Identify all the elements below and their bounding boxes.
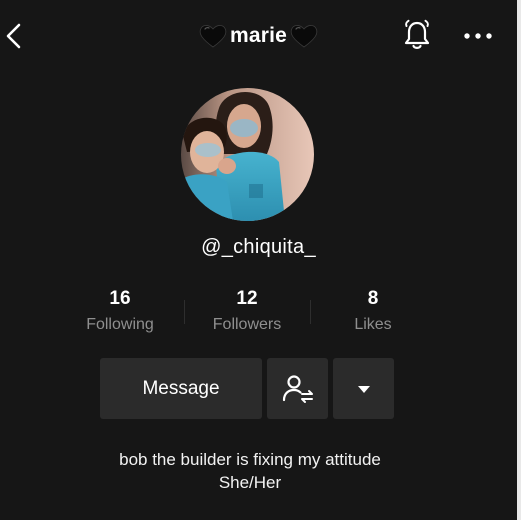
more-horizontal-icon xyxy=(464,33,492,39)
caret-down-icon xyxy=(357,385,370,393)
bio: bob the builder is fixing my attitude Sh… xyxy=(0,448,500,494)
avatar[interactable] xyxy=(181,88,314,221)
add-friend-button[interactable] xyxy=(267,358,328,419)
bell-icon xyxy=(404,19,430,49)
username: @_chiquita_ xyxy=(201,236,316,258)
stat-value: 12 xyxy=(236,288,258,309)
stat-divider xyxy=(310,300,311,324)
message-button[interactable]: Message xyxy=(100,358,262,419)
stat-value: 8 xyxy=(367,288,379,309)
dropdown-button[interactable] xyxy=(333,358,394,419)
notification-bell-button[interactable] xyxy=(400,17,434,53)
add-friend-icon xyxy=(282,374,313,403)
stat-likes[interactable]: 8 Likes xyxy=(313,287,433,335)
page-title: marie xyxy=(229,24,288,47)
stat-label: Likes xyxy=(354,316,392,333)
profile-photo xyxy=(181,88,314,221)
chevron-left-icon xyxy=(6,23,21,49)
stat-label: Followers xyxy=(212,316,282,333)
stat-following[interactable]: 16 Following xyxy=(60,287,180,335)
bio-text: bob the builder is fixing my attitude xyxy=(119,450,381,469)
profile-screen: marie @_chiquita_ 16 Following 12 Follow… xyxy=(0,0,517,520)
stat-followers[interactable]: 12 Followers xyxy=(187,287,307,335)
screen-edge xyxy=(517,0,521,520)
stat-divider xyxy=(184,300,185,324)
black-heart-icon xyxy=(199,25,227,48)
stat-label: Following xyxy=(86,316,154,333)
black-heart-icon xyxy=(290,25,318,48)
pronouns: She/Her xyxy=(218,473,282,492)
more-options-button[interactable] xyxy=(458,22,498,50)
stat-value: 16 xyxy=(109,288,131,309)
header-title-area: marie xyxy=(0,20,517,52)
back-button[interactable] xyxy=(0,20,28,52)
